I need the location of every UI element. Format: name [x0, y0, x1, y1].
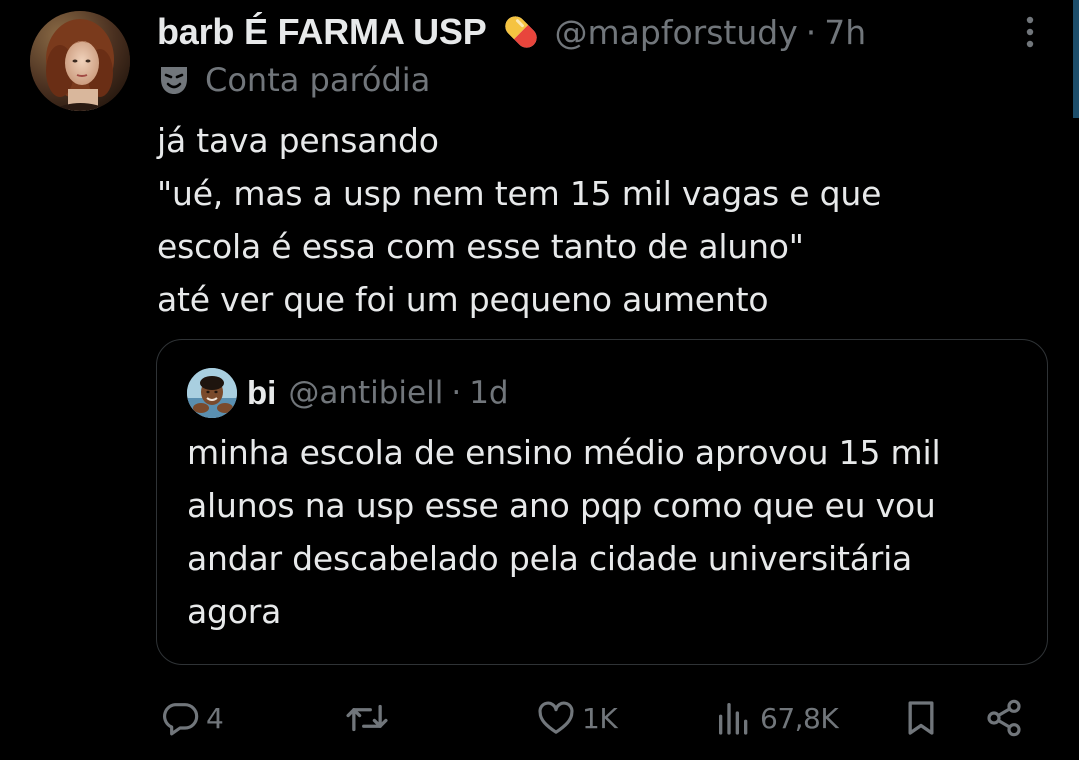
reply-count: 4: [206, 701, 224, 735]
quoted-author-handle[interactable]: @antibiell: [288, 375, 443, 411]
reply-icon: [160, 698, 200, 738]
reply-button[interactable]: 4: [160, 690, 224, 746]
quoted-author-display-name[interactable]: bi: [247, 374, 276, 412]
author-avatar[interactable]: [30, 11, 130, 111]
quoted-text-line: alunos na usp esse ano pqp como que eu v…: [187, 486, 936, 525]
views-count: 67,8K: [760, 701, 839, 735]
author-handle[interactable]: @mapforstudy: [555, 13, 798, 52]
share-icon: [984, 698, 1024, 738]
scrollbar-edge[interactable]: [1073, 0, 1079, 118]
tweet-timestamp[interactable]: 7h: [824, 13, 866, 52]
quoted-tweet-text: minha escola de ensino médio aprovou 15 …: [187, 426, 1037, 638]
quoted-text-line: agora: [187, 592, 282, 631]
parody-label-row: Conta paródia: [157, 58, 430, 102]
tweet-header: barb É FARMA USP @mapforstudy · 7h: [157, 8, 866, 56]
quoted-header-separator: ·: [451, 375, 462, 411]
theater-mask-icon: [157, 63, 191, 97]
quoted-tweet-header: bi @antibiell · 1d: [247, 368, 509, 418]
quoted-tweet-timestamp[interactable]: 1d: [469, 375, 508, 411]
retweet-button[interactable]: [344, 690, 390, 746]
retweet-icon: [344, 698, 390, 738]
quoted-text-line: andar descabelado pela cidade universitá…: [187, 539, 913, 578]
parody-account-label: Conta paródia: [205, 61, 431, 99]
tweet-text: já tava pensando "ué, mas a usp nem tem …: [157, 114, 1037, 326]
tweet-action-bar: 4 1K 67,8K: [0, 690, 1079, 746]
pill-emoji-icon: [497, 8, 545, 56]
bookmark-icon: [901, 698, 941, 738]
views-button[interactable]: 67,8K: [714, 690, 839, 746]
like-button[interactable]: 1K: [536, 690, 618, 746]
share-button[interactable]: [984, 690, 1024, 746]
quoted-tweet-card[interactable]: bi @antibiell · 1d minha escola de ensin…: [156, 339, 1048, 665]
tweet-text-line: "ué, mas a usp nem tem 15 mil vagas e qu…: [157, 174, 882, 213]
quoted-text-line: minha escola de ensino médio aprovou 15 …: [187, 433, 941, 472]
header-separator: ·: [805, 12, 817, 52]
author-display-name[interactable]: barb É FARMA USP: [157, 11, 487, 53]
tweet-text-line: já tava pensando: [157, 121, 439, 160]
tweet-text-line: até ver que foi um pequeno aumento: [157, 280, 769, 319]
tweet-text-line: escola é essa com esse tanto de aluno": [157, 227, 804, 266]
bookmark-button[interactable]: [901, 690, 941, 746]
views-chart-icon: [714, 698, 754, 738]
more-options-icon[interactable]: [1018, 14, 1042, 50]
like-count: 1K: [582, 701, 618, 735]
heart-icon: [536, 698, 576, 738]
quoted-author-avatar[interactable]: [187, 368, 237, 418]
